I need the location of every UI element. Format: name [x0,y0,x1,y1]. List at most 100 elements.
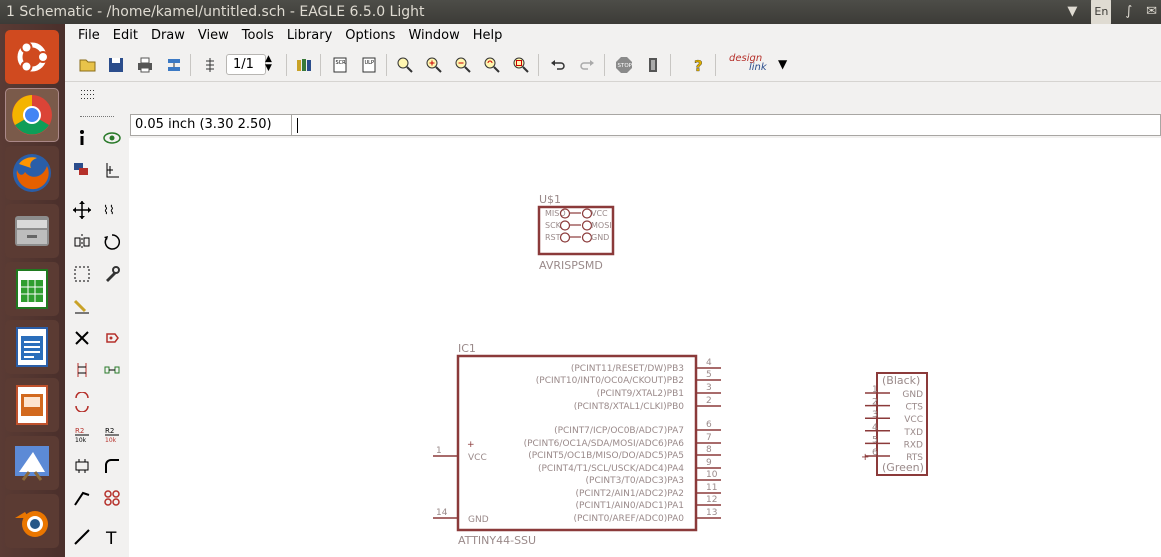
wire-icon[interactable] [69,524,95,550]
parameter-toolbar [65,82,1161,112]
ic1-origin-cross: + [467,440,475,450]
library-use-icon[interactable] [294,55,314,75]
save-icon[interactable] [106,55,126,75]
undo-icon[interactable] [548,55,568,75]
rotate-icon[interactable] [99,229,125,255]
firefox-icon[interactable] [5,146,59,200]
copy-icon[interactable]: ⌇⌇ [99,197,125,223]
smash-icon[interactable] [69,453,95,479]
tool-palette: ⌇⌇ R2 10k R2 10k T [65,112,129,557]
show-icon[interactable] [99,125,125,151]
ftdi-pin-number: 2 [872,398,878,408]
zoom-redraw-icon[interactable] [482,55,502,75]
zoom-fit-icon[interactable] [395,55,415,75]
go-icon[interactable] [643,55,663,75]
ic1-pin-label: (PCINT4/T1/SCL/USCK/ADC4)PA4 [538,464,684,474]
ic1-pin-number: 9 [706,458,712,468]
menu-options[interactable]: Options [339,24,401,48]
stop-icon[interactable]: STOP [614,55,634,75]
gateswap-icon[interactable] [69,389,95,415]
ftdi-pin-label: CTS [906,403,924,413]
ic1-pin-number: 11 [706,483,717,493]
redo-icon[interactable] [577,55,597,75]
ulp-icon[interactable]: ULP [359,55,379,75]
schematic-canvas[interactable]: U$1 MISO SCK RST VCC MOSI GND AVRISPSMD IC1 4… [129,138,1161,557]
ftdi-pin-label: RTS [906,453,923,463]
text-icon[interactable]: T [99,524,125,550]
miter-icon[interactable] [99,453,125,479]
ic1-pin-number: 3 [706,383,712,393]
u1-pin-pad [559,232,571,243]
menu-file[interactable]: File [72,24,106,48]
mark-icon[interactable] [99,157,125,183]
mirror-icon[interactable] [69,229,95,255]
design-link-logo[interactable]: design link [729,54,769,76]
pinswap-icon[interactable] [69,357,95,383]
mail-icon[interactable]: ✉ [1146,0,1157,24]
display-layers-icon[interactable] [69,157,95,183]
keyboard-language-indicator[interactable]: En [1091,0,1112,25]
menu-help[interactable]: Help [467,24,509,48]
change-icon[interactable] [99,261,125,287]
ic1-pins: 4 (PCINT11/RESET/DW)PB3 5 (PCINT10/INT0/OC0… [433,358,721,525]
window-title: 1 Schematic - /home/kamel/untitled.sch -… [6,4,425,20]
zoom-in-icon[interactable] [424,55,444,75]
help-icon[interactable]: ? [688,55,708,75]
menu-edit[interactable]: Edit [107,24,144,48]
design-link-dropdown-icon[interactable]: ▼ [778,57,787,71]
files-icon[interactable] [5,204,59,258]
ftdi-pin-label: GND [902,390,923,400]
move-icon[interactable] [69,197,95,223]
writer-icon[interactable] [5,320,59,374]
ic1-pin-label: (PCINT6/OC1A/SDA/MOSI/ADC6)PA6 [524,439,685,449]
info-icon[interactable] [69,125,95,151]
replace-icon[interactable] [99,357,125,383]
paste-icon[interactable] [69,293,95,319]
calc-icon[interactable] [5,262,59,316]
grid-icon[interactable] [78,86,98,106]
sheet-icon[interactable] [200,55,220,75]
ic1-pin-number: 12 [706,495,717,505]
ic1-name: IC1 [458,342,476,355]
add-icon[interactable] [99,325,125,351]
u1-pin-label: MOSI [591,221,612,230]
ic1-pin-number: 2 [706,396,712,406]
menu-draw[interactable]: Draw [145,24,191,48]
wifi-icon[interactable]: ▼ [1067,0,1077,24]
drawing-icon[interactable] [5,436,59,490]
ic1-pin-label: (PCINT7/ICP/OC0B/ADC7)PA7 [554,426,684,436]
menu-view[interactable]: View [192,24,235,48]
chrome-icon[interactable] [5,88,59,142]
zoom-select-icon[interactable] [511,55,531,75]
menu-tools[interactable]: Tools [236,24,280,48]
blender-icon[interactable] [5,494,59,548]
script-icon[interactable]: SCR [330,55,350,75]
ubuntu-dash-icon[interactable] [5,30,59,84]
menu-window[interactable]: Window [402,24,465,48]
cam-processor-icon[interactable] [164,55,184,75]
ic1-pin-number: 10 [706,470,718,480]
ic1-pin-number: 13 [706,508,717,518]
group-icon[interactable] [69,261,95,287]
print-icon[interactable] [135,55,155,75]
delete-icon[interactable] [69,325,95,351]
sheet-spin-icon[interactable]: ▲ ▼ [258,54,279,75]
bluetooth-icon[interactable]: ∫ [1125,0,1132,24]
split-icon[interactable] [69,485,95,511]
menu-library[interactable]: Library [281,24,338,48]
schematic-drawing[interactable]: U$1 MISOSCKRSTVCCMOSIGND AVRISPSMD IC1 4… [129,138,1161,557]
name-icon[interactable]: R2 10k [69,421,95,447]
invoke-icon[interactable] [99,485,125,511]
ic1-pin-number: 14 [436,508,448,518]
impress-icon[interactable] [5,378,59,432]
ic1-pin-number: 1 [436,446,442,456]
ftdi-pin-number: 5 [872,435,878,445]
command-line-input[interactable] [291,114,1161,136]
open-icon[interactable] [78,55,98,75]
ftdi-pin-label: VCC [904,415,923,425]
ic1-pin-label: (PCINT1/AIN0/ADC1)PA1 [575,501,684,511]
value-icon[interactable]: R2 10k [99,421,125,447]
ftdi-pin-label: TXD [903,428,923,438]
svg-text:SCR: SCR [336,60,347,66]
zoom-out-icon[interactable] [453,55,473,75]
